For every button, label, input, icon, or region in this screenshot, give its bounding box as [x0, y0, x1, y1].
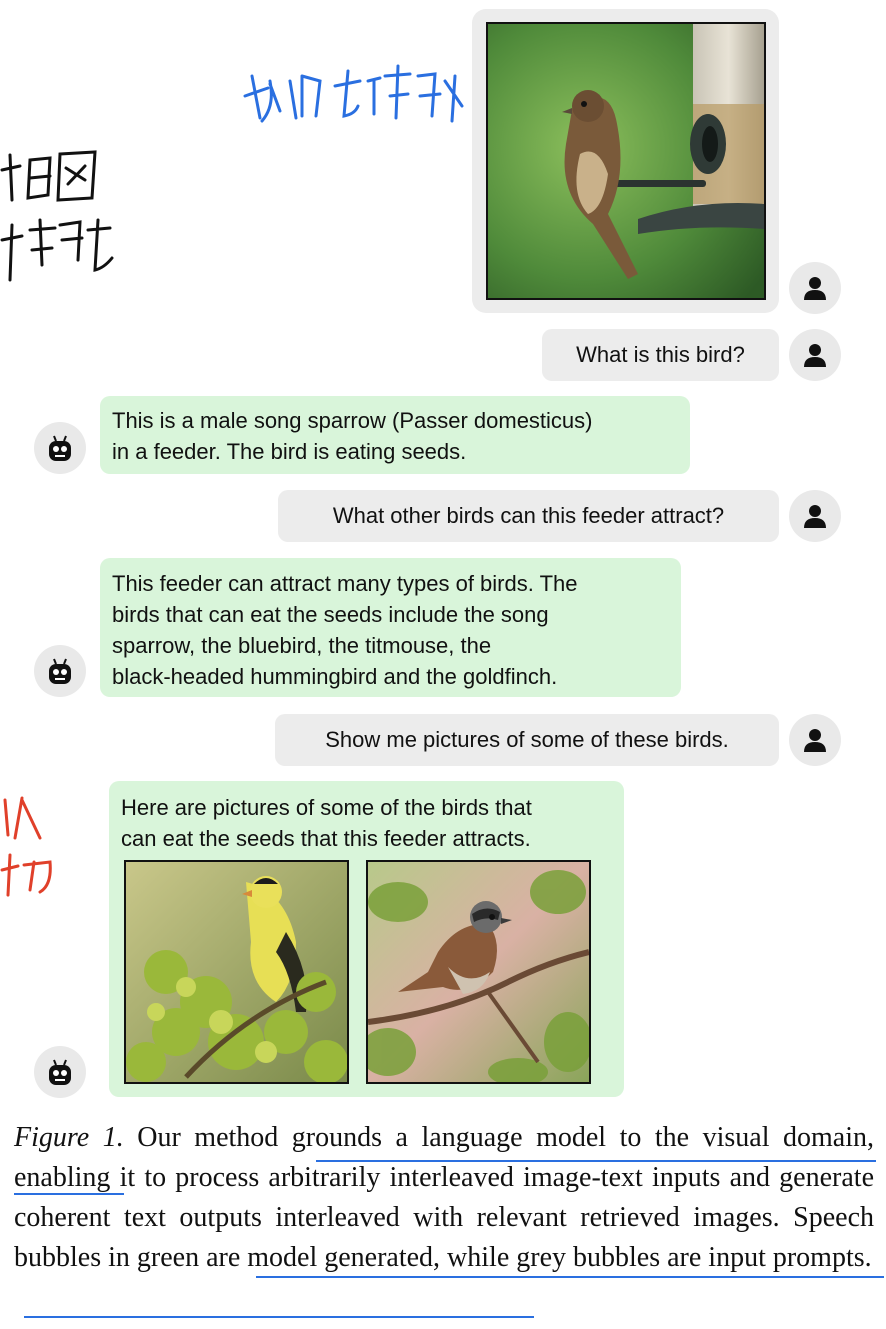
user-avatar: [789, 490, 841, 542]
user-prompt-text: What is this bird?: [576, 342, 745, 367]
robot-icon: [49, 435, 71, 461]
annotation-underline: [14, 1193, 124, 1195]
caption-text: Our method grounds a language model to t…: [14, 1122, 875, 1273]
user-prompt-bubble: What is this bird?: [542, 329, 779, 381]
response-line: sparrow, the bluebird, the titmouse, the: [112, 633, 492, 658]
person-icon: [804, 505, 826, 528]
user-avatar: [789, 329, 841, 381]
goldfinch-photo: [124, 860, 349, 1084]
response-line: can eat the seeds that this feeder attra…: [121, 826, 531, 851]
handwritten-note-red: [0, 796, 52, 897]
person-icon: [804, 277, 826, 300]
response-line: This is a male song sparrow (Passer dome…: [112, 408, 593, 433]
figure-label: Figure 1.: [14, 1122, 124, 1153]
user-avatar: [789, 714, 841, 766]
model-response-bubble: This feeder can attract many types of bi…: [100, 558, 681, 697]
annotation-underline: [24, 1316, 534, 1318]
user-prompt-bubble: What other birds can this feeder attract…: [278, 490, 779, 542]
sparrow-at-feeder-photo: [486, 22, 766, 300]
handwritten-note-black: [0, 150, 114, 282]
model-avatar: [34, 1046, 86, 1098]
person-icon: [804, 344, 826, 367]
handwritten-note-blue: [243, 64, 464, 123]
model-avatar: [34, 645, 86, 697]
robot-icon: [49, 658, 71, 684]
response-line: in a feeder. The bird is eating seeds.: [112, 439, 467, 464]
person-icon: [804, 729, 826, 752]
response-line: birds that can eat the seeds include the…: [112, 602, 549, 627]
response-line: Here are pictures of some of the birds t…: [121, 795, 532, 820]
user-prompt-text: What other birds can this feeder attract…: [332, 503, 725, 528]
robot-icon: [49, 1059, 71, 1085]
user-prompt-bubble: Show me pictures of some of these birds.: [275, 714, 779, 766]
sparrow-on-branch-photo: [366, 860, 591, 1084]
figure-caption: Figure 1. Our method grounds a language …: [14, 1118, 874, 1278]
response-line: black-headed hummingbird and the goldfin…: [112, 664, 558, 689]
model-avatar: [34, 422, 86, 474]
annotation-underline: [316, 1160, 876, 1162]
annotation-underline: [256, 1276, 884, 1278]
user-avatar: [789, 262, 841, 314]
response-line: This feeder can attract many types of bi…: [112, 571, 578, 596]
user-prompt-text: Show me pictures of some of these birds.: [325, 727, 729, 752]
model-response-bubble: This is a male song sparrow (Passer dome…: [100, 396, 690, 474]
